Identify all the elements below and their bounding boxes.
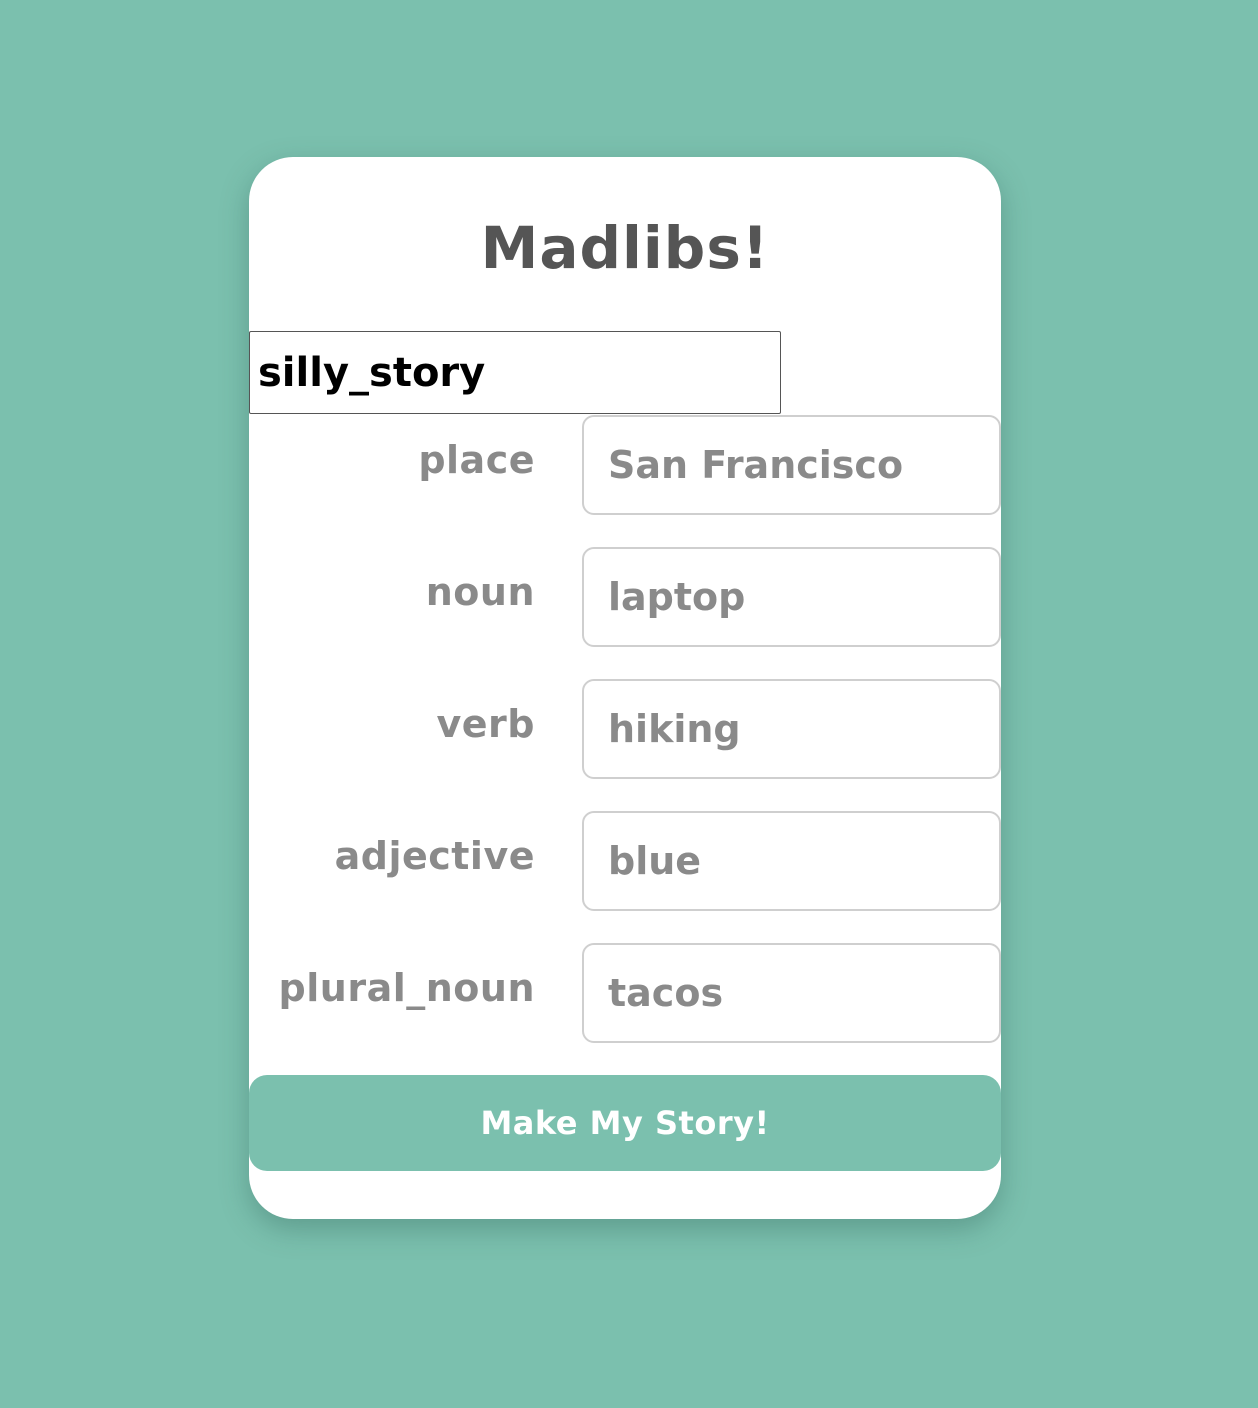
- field-row-place: place: [249, 415, 1001, 515]
- make-story-button[interactable]: Make My Story!: [249, 1075, 1001, 1171]
- place-label: place: [418, 438, 535, 482]
- field-row-plural-noun: plural_noun: [249, 943, 1001, 1043]
- plural-noun-label: plural_noun: [278, 966, 535, 1010]
- adjective-label: adjective: [334, 834, 535, 878]
- page-title: Madlibs!: [480, 214, 770, 282]
- story-select[interactable]: silly_story: [249, 331, 781, 414]
- verb-label: verb: [436, 702, 535, 746]
- verb-input[interactable]: [582, 679, 1001, 779]
- field-row-verb: verb: [249, 679, 1001, 779]
- adjective-input[interactable]: [582, 811, 1001, 911]
- plural-noun-input[interactable]: [582, 943, 1001, 1043]
- noun-input[interactable]: [582, 547, 1001, 647]
- noun-label: noun: [425, 570, 535, 614]
- field-row-noun: noun: [249, 547, 1001, 647]
- madlibs-card: Madlibs! silly_story place noun verb adj…: [249, 157, 1001, 1219]
- place-input[interactable]: [582, 415, 1001, 515]
- field-row-adjective: adjective: [249, 811, 1001, 911]
